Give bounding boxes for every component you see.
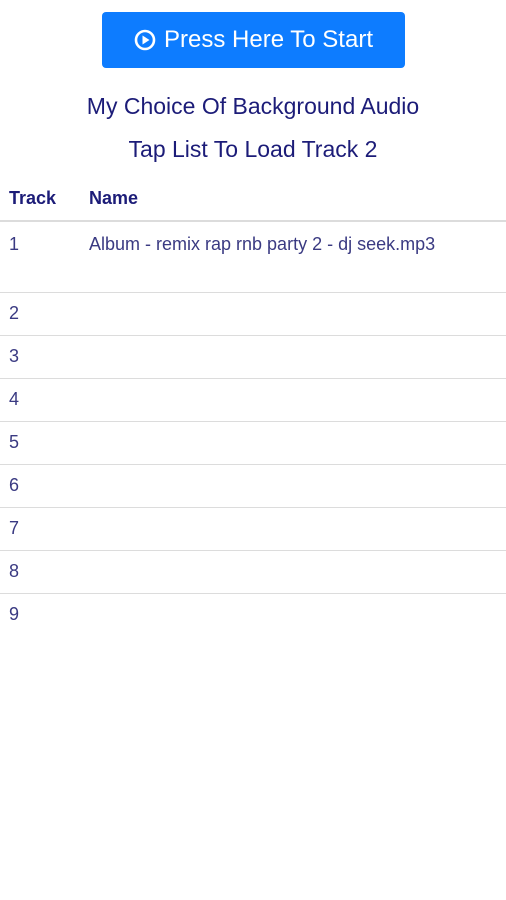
- table-row[interactable]: 3: [0, 335, 506, 379]
- track-name: [89, 594, 506, 637]
- page-subtitle: Tap List To Load Track 2: [128, 136, 378, 162]
- table-header-row: Track Name: [0, 176, 506, 222]
- track-number: 4: [0, 378, 89, 422]
- track-name: [89, 292, 506, 336]
- track-name: Album - remix rap rnb party 2 - dj seek.…: [89, 221, 506, 293]
- table-row[interactable]: 4: [0, 378, 506, 422]
- track-name: [89, 507, 506, 551]
- track-number: 2: [0, 292, 89, 336]
- page-title: My Choice Of Background Audio: [86, 93, 420, 119]
- column-header-name: Name: [89, 176, 506, 222]
- track-name: [89, 550, 506, 594]
- track-name: [89, 378, 506, 422]
- track-name: [89, 464, 506, 508]
- track-name: [89, 335, 506, 379]
- table-row[interactable]: 7: [0, 507, 506, 551]
- track-number: 5: [0, 421, 89, 465]
- table-row[interactable]: 8: [0, 550, 506, 594]
- play-circle-icon: [134, 29, 156, 51]
- track-number: 7: [0, 507, 89, 551]
- track-number: 3: [0, 335, 89, 379]
- table-row[interactable]: 9: [0, 594, 506, 637]
- table-row[interactable]: 2: [0, 292, 506, 336]
- table-row[interactable]: 1 Album - remix rap rnb party 2 - dj see…: [0, 221, 506, 293]
- track-list: Track Name 1 Album - remix rap rnb party…: [0, 176, 506, 637]
- table-row[interactable]: 6: [0, 464, 506, 508]
- track-number: 8: [0, 550, 89, 594]
- table-row[interactable]: 5: [0, 421, 506, 465]
- track-number: 1: [0, 221, 89, 293]
- track-number: 9: [9, 604, 20, 624]
- track-name: [89, 421, 506, 465]
- column-header-track: Track: [0, 176, 89, 222]
- track-number: 6: [0, 464, 89, 508]
- start-button-label: Press Here To Start: [164, 26, 373, 53]
- start-button[interactable]: Press Here To Start: [102, 12, 405, 68]
